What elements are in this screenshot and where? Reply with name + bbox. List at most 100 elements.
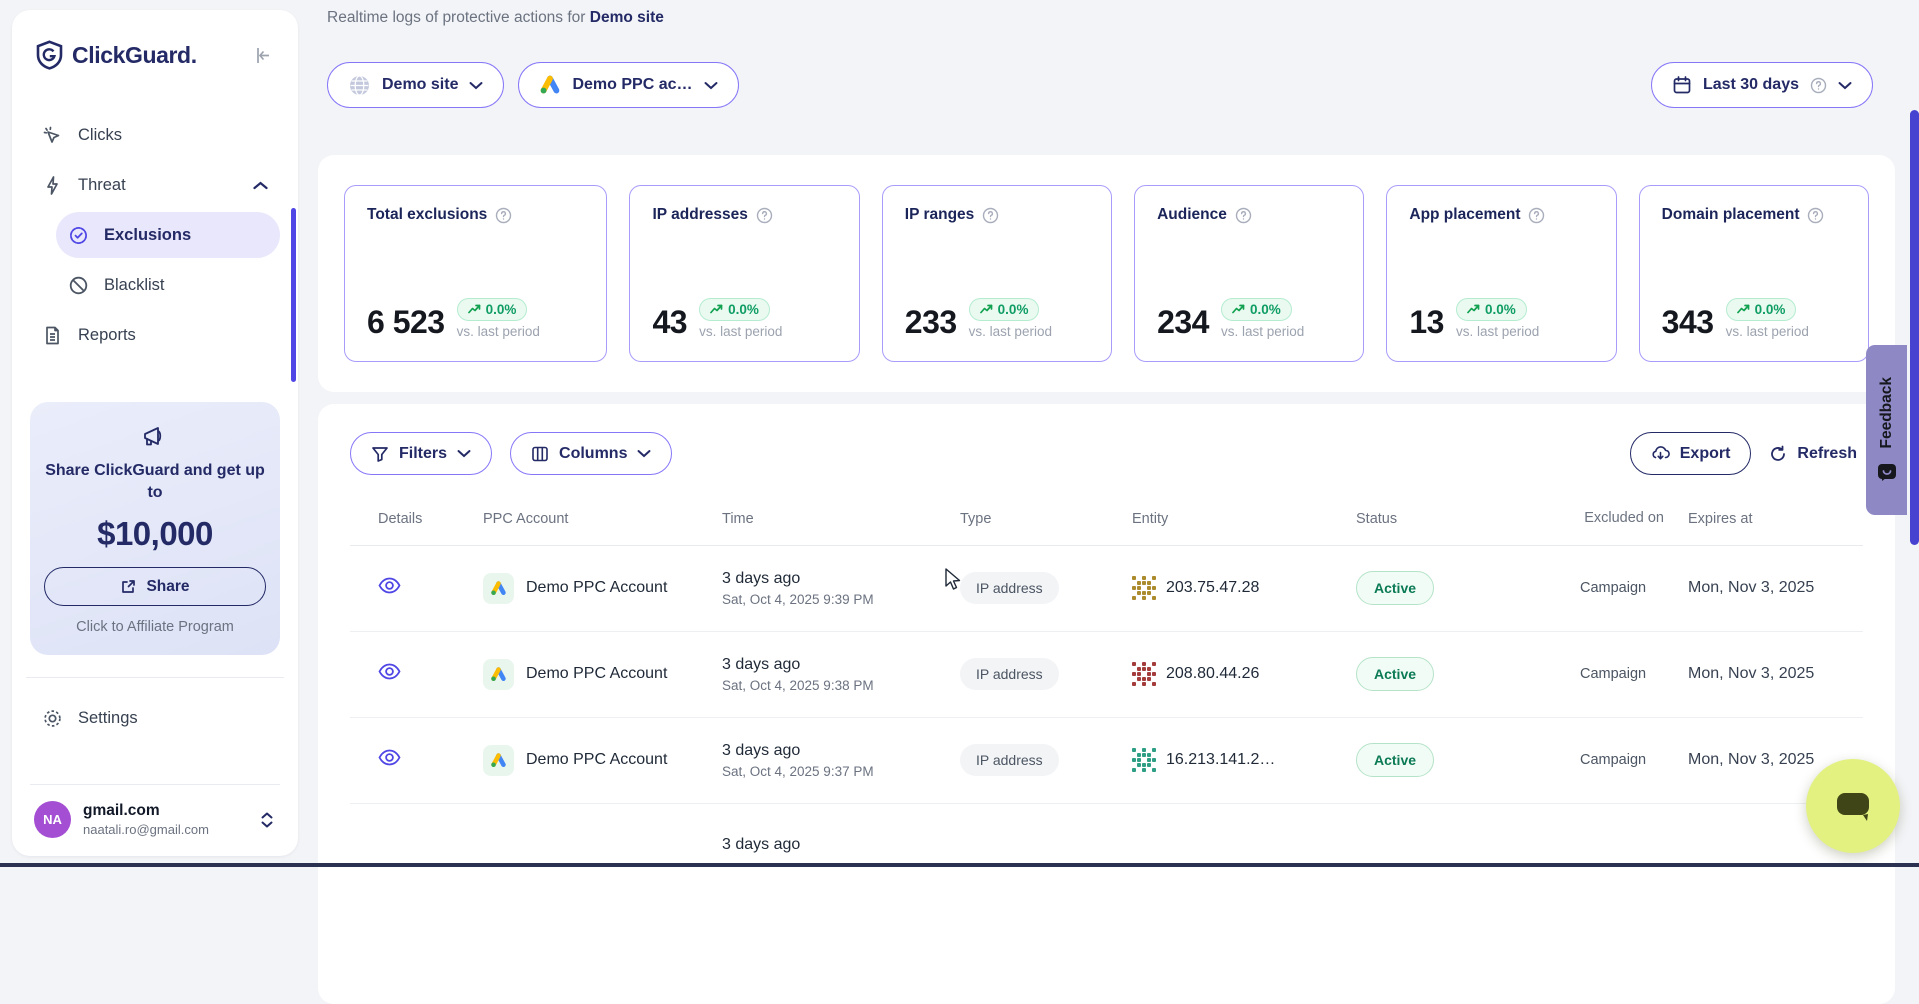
row-time-absolute: Sat, Oct 4, 2025 9:37 PM (722, 764, 960, 779)
sidebar-item-settings[interactable]: Settings (30, 692, 280, 744)
entity-identicon (1132, 662, 1156, 686)
divider (26, 677, 284, 678)
stat-label: App placement (1409, 206, 1520, 224)
page-subtitle: Realtime logs of protective actions for … (327, 9, 664, 27)
refresh-button-label: Refresh (1797, 445, 1857, 463)
table-row: Demo PPC Account 3 days ago Sat, Oct 4, … (350, 632, 1863, 718)
row-details-button[interactable] (378, 749, 401, 766)
share-button-label: Share (146, 578, 189, 596)
help-circle-icon[interactable] (1235, 207, 1252, 224)
sidebar-collapse-icon[interactable] (253, 45, 274, 66)
share-button[interactable]: Share (44, 567, 266, 606)
col-header-type: Type (960, 511, 1132, 527)
row-expires-at: Mon, Nov 3, 2025 (1664, 579, 1863, 597)
export-button[interactable]: Export (1630, 432, 1752, 475)
row-type-badge: IP address (960, 744, 1059, 776)
sidebar-item-threat[interactable]: Threat (30, 162, 280, 208)
sidebar-scrollbar[interactable] (291, 208, 296, 382)
page-scrollbar[interactable] (1910, 110, 1919, 545)
eye-icon (378, 749, 401, 766)
help-circle-icon (1810, 77, 1827, 94)
sidebar-item-blacklist[interactable]: Blacklist (56, 262, 280, 308)
eye-icon (378, 577, 401, 594)
chevron-down-icon (637, 449, 651, 458)
row-entity-value: 16.213.141.2… (1166, 751, 1275, 769)
logo-text: ClickGuard. (72, 42, 244, 69)
lightning-icon (42, 175, 63, 196)
site-selector[interactable]: Demo site (327, 62, 504, 108)
feedback-label: Feedback (1878, 377, 1896, 449)
external-link-icon (120, 578, 137, 595)
google-ads-icon (539, 74, 561, 96)
stat-delta-note: vs. last period (969, 324, 1052, 339)
table-row: 3 days ago (350, 804, 1863, 890)
stat-value: 343 (1662, 304, 1714, 341)
ban-icon (68, 275, 89, 296)
row-ppc-account: Demo PPC Account (526, 579, 667, 597)
stat-delta-note: vs. last period (1221, 324, 1304, 339)
stat-delta-note: vs. last period (1456, 324, 1539, 339)
stat-delta-badge: 0.0% (699, 298, 770, 321)
date-range-selector[interactable]: Last 30 days (1651, 62, 1873, 108)
ppc-account-selector-value: Demo PPC ac… (572, 76, 692, 94)
subtitle-text: Realtime logs of protective actions for (327, 9, 590, 26)
feedback-tab[interactable]: Feedback (1866, 345, 1907, 515)
stat-card: Total exclusions 6 523 0.0% vs. last per… (344, 185, 607, 362)
logo-row: ClickGuard. (30, 40, 280, 70)
affiliate-link[interactable]: Click to Affiliate Program (44, 619, 266, 635)
exclusions-table: Details PPC Account Time Type Entity Sta… (350, 509, 1863, 890)
sidebar-item-label: Exclusions (104, 226, 191, 245)
refresh-button[interactable]: Refresh (1751, 432, 1863, 475)
sidebar-item-exclusions[interactable]: Exclusions (56, 212, 280, 258)
help-circle-icon[interactable] (756, 207, 773, 224)
exclusions-table-panel: Filters Columns (318, 404, 1895, 1004)
help-circle-icon[interactable] (982, 207, 999, 224)
trending-up-icon (710, 304, 723, 315)
stat-label: Audience (1157, 206, 1227, 224)
help-circle-icon[interactable] (1528, 207, 1545, 224)
row-details-button[interactable] (378, 577, 401, 594)
filter-funnel-icon (371, 445, 389, 463)
stat-card: Domain placement 343 0.0% vs. last perio… (1639, 185, 1869, 362)
row-time-absolute: Sat, Oct 4, 2025 9:38 PM (722, 678, 960, 693)
row-time-relative: 3 days ago (722, 742, 960, 760)
window-bottom-edge (0, 863, 1919, 867)
help-circle-icon[interactable] (1807, 207, 1824, 224)
stat-delta-badge: 0.0% (1726, 298, 1797, 321)
columns-icon (531, 445, 549, 463)
col-header-details: Details (350, 511, 483, 527)
sidebar-item-reports[interactable]: Reports (30, 312, 280, 358)
row-type-badge: IP address (960, 572, 1059, 604)
row-details-button[interactable] (378, 663, 401, 680)
document-icon (42, 325, 63, 346)
col-header-ppc-account: PPC Account (483, 511, 722, 527)
table-toolbar: Filters Columns (350, 432, 1863, 475)
col-header-time: Time (722, 511, 960, 527)
filters-button[interactable]: Filters (350, 432, 492, 475)
google-ads-icon (483, 745, 514, 776)
col-header-status: Status (1356, 511, 1580, 527)
cloud-download-icon (1651, 445, 1670, 462)
row-ppc-account: Demo PPC Account (526, 751, 667, 769)
trending-up-icon (1467, 304, 1480, 315)
help-circle-icon[interactable] (495, 207, 512, 224)
date-range-value: Last 30 days (1703, 76, 1799, 94)
sidebar-item-label: Clicks (78, 126, 122, 145)
row-ppc-account: Demo PPC Account (526, 665, 667, 683)
row-status-badge: Active (1356, 657, 1434, 691)
stats-panel: Total exclusions 6 523 0.0% vs. last per… (318, 155, 1895, 392)
table-header: Details PPC Account Time Type Entity Sta… (350, 509, 1863, 546)
stat-delta-badge: 0.0% (1221, 298, 1292, 321)
chevron-down-icon (1838, 81, 1852, 90)
promo-text: Share ClickGuard and get up to (44, 460, 266, 503)
site-selector-value: Demo site (382, 76, 458, 94)
user-name: gmail.com (83, 802, 248, 820)
megaphone-icon (44, 424, 266, 450)
chat-launcher-button[interactable] (1806, 759, 1900, 853)
columns-button[interactable]: Columns (510, 432, 672, 475)
ppc-account-selector[interactable]: Demo PPC ac… (518, 62, 738, 108)
sidebar-item-label: Threat (78, 176, 126, 195)
sidebar-item-clicks[interactable]: Clicks (30, 112, 280, 158)
row-entity-value: 208.80.44.26 (1166, 665, 1259, 683)
account-switcher[interactable]: NA gmail.com naatali.ro@gmail.com (30, 784, 280, 838)
